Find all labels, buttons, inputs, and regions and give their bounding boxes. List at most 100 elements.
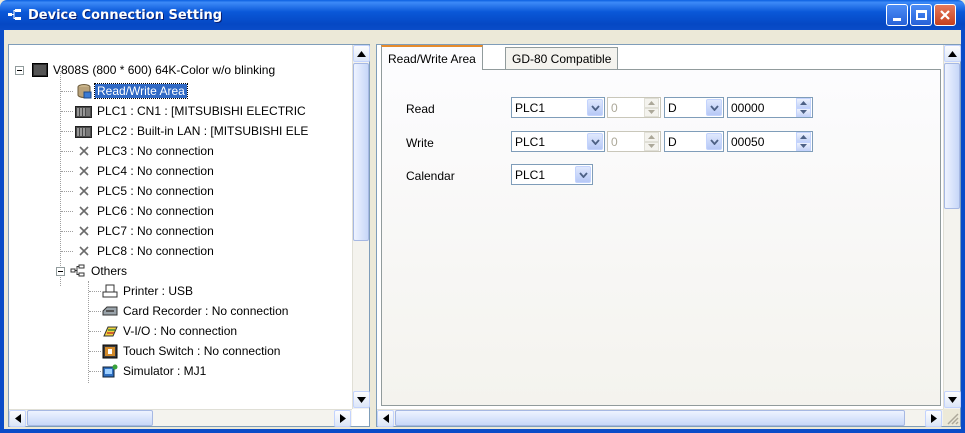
settings-vertical-scrollbar[interactable] [943,45,961,409]
chevron-down-icon [706,99,722,116]
arrow-left-icon [14,414,21,423]
maximize-icon [915,10,927,20]
tree-item-label: Touch Switch : No connection [123,344,281,358]
resize-grip-icon [947,413,959,425]
tree-item-read-write-area[interactable]: Read/Write Area [75,82,188,100]
tree-horizontal-scrollbar[interactable] [9,409,352,427]
read-port-stepper[interactable]: 0 [607,97,661,118]
tree-line [61,251,73,252]
settings-horizontal-scrollbar[interactable] [377,409,943,427]
spin-icon [644,132,659,151]
tree-item-plc3[interactable]: PLC3 : No connection [75,142,216,160]
tree-line [89,351,101,352]
x-icon [75,144,92,159]
spin-icon [796,132,811,151]
settings-panel: Read/Write Area GD-80 Compatible Read PL… [376,44,961,427]
settings-scroll-thumb[interactable] [944,63,960,209]
read-label: Read [406,102,435,116]
tree-item-label: Card Recorder : No connection [123,304,289,318]
chevron-down-icon [587,99,603,116]
tree-item-card-recorder[interactable]: Card Recorder : No connection [101,302,290,320]
tree-item-plc5[interactable]: PLC5 : No connection [75,182,216,200]
plc-icon [75,124,92,139]
scroll-up-button[interactable] [353,45,370,62]
write-address-stepper[interactable]: 00050 [727,131,813,152]
write-plc-select[interactable]: PLC1 [511,131,605,152]
tree-line [61,91,73,92]
tree-root[interactable]: V808S (800 * 600) 64K-Color w/o blinking [31,61,277,79]
device-tree[interactable]: V808S (800 * 600) 64K-Color w/o blinking… [8,44,370,427]
tab-label: Read/Write Area [388,51,476,66]
calendar-plc-select[interactable]: PLC1 [511,164,593,185]
tree-line [60,71,61,286]
read-device-select[interactable]: D [664,97,724,118]
window-title: Device Connection Setting [28,7,223,23]
scroll-down-button[interactable] [944,391,961,408]
tree-item-label: Read/Write Area [94,83,188,99]
tree-item-others[interactable]: Others [69,262,129,280]
tree-hscroll-thumb[interactable] [27,410,153,426]
tree-item-plc7[interactable]: PLC7 : No connection [75,222,216,240]
scroll-left-button[interactable] [377,410,394,427]
tab-gd80-compatible[interactable]: GD-80 Compatible [505,47,619,69]
close-icon [940,10,950,20]
tree-line [61,151,73,152]
title-bar[interactable]: Device Connection Setting [0,0,965,30]
tree-item-plc1[interactable]: PLC1 : CN1 : [MITSUBISHI ELECTRIC [75,102,308,120]
x-icon [75,244,92,259]
tree-item-printer[interactable]: Printer : USB [101,282,195,300]
read-address-stepper[interactable]: 00000 [727,97,813,118]
tree-scroll-thumb[interactable] [353,63,369,241]
minimize-button[interactable] [886,4,908,26]
arrow-up-icon [948,50,957,57]
scroll-down-button[interactable] [353,391,370,408]
tree-item-label: PLC3 : No connection [97,144,214,158]
tree-item-label: PLC7 : No connection [97,224,214,238]
scroll-up-button[interactable] [944,45,961,62]
resize-grip[interactable] [943,409,960,426]
tree-vertical-scrollbar[interactable] [352,45,370,409]
tree-item-label: PLC5 : No connection [97,184,214,198]
network-icon [69,264,86,279]
plc-icon [75,104,92,119]
x-icon [75,224,92,239]
arrow-down-icon [357,396,366,403]
tree-item-touch-switch[interactable]: Touch Switch : No connection [101,342,282,360]
write-address-value: 00050 [731,134,765,149]
chevron-down-icon [706,133,722,150]
tree-line [89,371,101,372]
tree-item-plc8[interactable]: PLC8 : No connection [75,242,216,260]
write-port-value: 0 [611,134,618,149]
chevron-down-icon [575,166,591,183]
simulator-icon [101,364,118,379]
x-icon [75,164,92,179]
tree-item-vio[interactable]: V-I/O : No connection [101,322,239,340]
scroll-right-button[interactable] [334,410,351,427]
scroll-right-button[interactable] [925,410,942,427]
close-button[interactable] [934,4,956,26]
vio-icon [101,324,118,339]
read-plc-value: PLC1 [515,100,546,115]
tree-item-label: PLC2 : Built-in LAN : [MITSUBISHI ELE [97,124,309,138]
write-port-stepper[interactable]: 0 [607,131,661,152]
database-icon [75,83,92,99]
tree-item-simulator[interactable]: Simulator : MJ1 [101,362,208,380]
tree-item-label: PLC4 : No connection [97,164,214,178]
scroll-left-button[interactable] [9,410,26,427]
write-device-select[interactable]: D [664,131,724,152]
arrow-up-icon [357,50,366,57]
maximize-button[interactable] [910,4,932,26]
tree-item-plc2[interactable]: PLC2 : Built-in LAN : [MITSUBISHI ELE [75,122,310,140]
others-collapse-toggle[interactable] [56,267,65,276]
tree-item-plc4[interactable]: PLC4 : No connection [75,162,216,180]
root-collapse-toggle[interactable] [15,66,24,75]
calendar-plc-value: PLC1 [515,167,546,182]
chevron-down-icon [587,133,603,150]
settings-hscroll-thumb[interactable] [395,410,905,426]
tree-item-plc6[interactable]: PLC6 : No connection [75,202,216,220]
tab-label: GD-80 Compatible [512,51,612,66]
tree-line [61,211,73,212]
tab-read-write-area[interactable]: Read/Write Area [381,45,483,70]
read-plc-select[interactable]: PLC1 [511,97,605,118]
display-icon [31,63,48,78]
